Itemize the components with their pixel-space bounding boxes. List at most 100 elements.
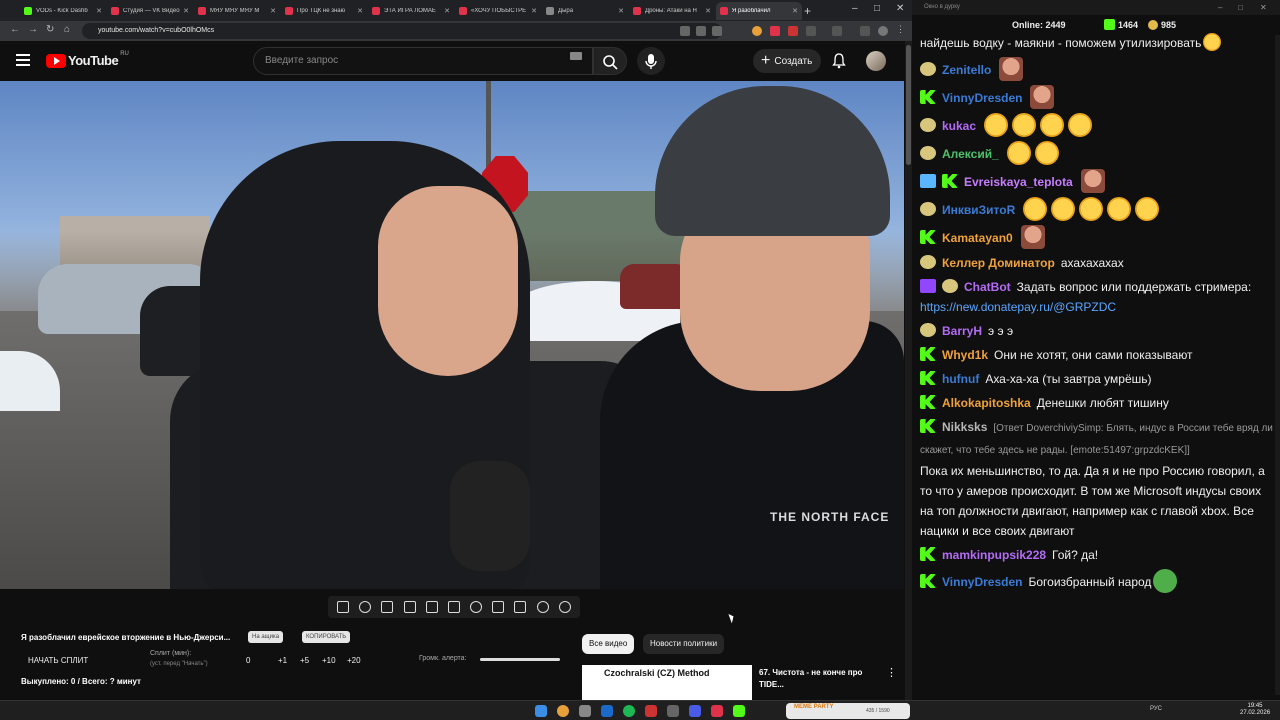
browser-tab[interactable]: Дроны: Атаки на Н ✕	[629, 2, 715, 20]
hamburger-menu-icon[interactable]	[16, 54, 30, 66]
create-button[interactable]: + Создать	[753, 49, 821, 73]
chat-username[interactable]: BarryH	[942, 324, 982, 338]
gear-icon[interactable]	[558, 601, 571, 613]
share-icon[interactable]	[696, 26, 706, 36]
flask-icon[interactable]	[536, 601, 549, 613]
youtube-logo[interactable]: YouTube RU	[46, 51, 129, 68]
page-scrollbar[interactable]	[905, 41, 912, 700]
browser-tab[interactable]: Дыра ✕	[542, 2, 628, 20]
split-value-button[interactable]: +20	[347, 656, 361, 665]
browser-tab[interactable]: VODs - Kick Dashb ✕	[20, 2, 106, 20]
tab-close-icon[interactable]: ✕	[357, 7, 363, 15]
chat-username[interactable]: hufnuf	[942, 372, 979, 386]
tab-close-icon[interactable]: ✕	[705, 7, 711, 15]
screenshot-icon[interactable]	[381, 601, 394, 613]
keyboard-icon[interactable]	[570, 52, 582, 60]
chat-link[interactable]: https://new.donatepay.ru/@GRPZDC	[920, 300, 1116, 314]
browser-tab[interactable]: ЭТА ИГРА ЛОМАЕ ✕	[368, 2, 454, 20]
browser-tab[interactable]: Про ТЦК не знаю ✕	[281, 2, 367, 20]
app-icon[interactable]	[689, 705, 701, 717]
extension-icon[interactable]	[752, 26, 762, 36]
extension-icon[interactable]	[788, 26, 798, 36]
chat-username[interactable]: Kamatayan0	[942, 231, 1013, 245]
loop-icon[interactable]	[337, 601, 350, 613]
search-input[interactable]: Введите запрос	[253, 47, 593, 75]
maximize-button[interactable]: □	[1238, 0, 1243, 15]
scrollbar-thumb[interactable]	[906, 45, 911, 165]
extension-icon[interactable]	[770, 26, 780, 36]
app-icon[interactable]	[711, 705, 723, 717]
chat-username[interactable]: VinnyDresden	[942, 575, 1022, 589]
recommendation-thumbnail[interactable]: Czochralski (CZ) Method	[582, 665, 752, 700]
sidebar-icon[interactable]	[860, 26, 870, 36]
chat-scrollbar[interactable]	[1275, 35, 1280, 695]
chat-username[interactable]: ИнквиЗитоR	[942, 203, 1015, 217]
add-to-queue-icon[interactable]	[492, 601, 505, 613]
speed-icon[interactable]	[470, 601, 483, 613]
url-input[interactable]: youtube.com/watch?v=cubO0lhOMcs	[82, 23, 722, 39]
app-icon[interactable]	[667, 705, 679, 717]
meme-party-widget[interactable]: MEME PARTY 435 / 1590	[786, 703, 910, 719]
chat-username[interactable]: Zenitello	[942, 63, 991, 77]
chip-politics-news[interactable]: Новости политики	[643, 634, 725, 654]
app-icon[interactable]	[733, 705, 745, 717]
chat-username[interactable]: VinnyDresden	[942, 91, 1022, 105]
home-icon[interactable]: ⌂	[64, 24, 70, 35]
zoom-icon[interactable]	[680, 26, 690, 36]
start-split-button[interactable]: НАЧАТЬ СПЛИТ	[28, 656, 88, 665]
tab-close-icon[interactable]: ✕	[531, 7, 537, 15]
steam-icon[interactable]	[601, 705, 613, 717]
app-icon[interactable]	[645, 705, 657, 717]
tab-close-icon[interactable]: ✕	[183, 7, 189, 15]
split-value-button[interactable]: +1	[278, 656, 287, 665]
back-icon[interactable]: ←	[10, 24, 20, 35]
recommendation-title[interactable]: 67. Чистота - не конче про TIDE...	[759, 667, 877, 691]
video-player[interactable]: THE NORTH FACE	[0, 81, 904, 589]
clock[interactable]: 19:45 27.02.2026	[1240, 703, 1270, 717]
minimize-button[interactable]: –	[1218, 0, 1222, 15]
chrome-icon[interactable]	[557, 705, 569, 717]
chat-username[interactable]: Nikksks	[942, 420, 987, 434]
close-window-button[interactable]: ✕	[1260, 0, 1267, 15]
film-icon[interactable]	[403, 601, 416, 613]
frames-icon[interactable]	[447, 601, 460, 613]
more-options-icon[interactable]: ⋮	[886, 666, 897, 679]
chat-username[interactable]: Келлер Доминатор	[942, 256, 1055, 270]
alert-volume-slider[interactable]	[480, 658, 560, 661]
chat-username[interactable]: Alkokapitoshka	[942, 396, 1031, 410]
browser-tab[interactable]: «ХОЧУ ПОБЫСТРЕ ✕	[455, 2, 541, 20]
avatar[interactable]	[866, 51, 886, 71]
download-icon[interactable]	[832, 26, 842, 36]
windows-start-icon[interactable]	[535, 705, 547, 717]
split-value-button[interactable]: +10	[322, 656, 336, 665]
search-button[interactable]	[593, 47, 627, 75]
chat-username[interactable]: kukac	[942, 119, 976, 133]
forward-icon[interactable]: →	[28, 24, 38, 35]
spotify-icon[interactable]	[623, 705, 635, 717]
chat-username[interactable]: mamkinpupsik228	[942, 548, 1046, 562]
notifications-bell-icon[interactable]	[832, 53, 846, 69]
chat-message-list[interactable]: найдешь водку - маякни - поможем утилизи…	[920, 33, 1276, 698]
chip-all-videos[interactable]: Все видео	[582, 634, 635, 654]
new-tab-button[interactable]: +	[804, 4, 811, 18]
chat-username[interactable]: Evreiskaya_teplota	[964, 175, 1073, 189]
copy-button[interactable]: КОПИРОВАТЬ	[302, 631, 351, 643]
reload-icon[interactable]: ↻	[46, 24, 54, 35]
split-value-button[interactable]: 0	[246, 656, 250, 665]
maximize-button[interactable]: □	[874, 3, 880, 14]
menu-dots-icon[interactable]: ⋮	[896, 24, 906, 34]
voice-search-button[interactable]	[637, 47, 665, 75]
chat-username[interactable]: Whyd1k	[942, 348, 988, 362]
copy-pill[interactable]: На ащика	[248, 631, 284, 643]
audio-icon[interactable]	[359, 601, 372, 613]
picture-in-picture-icon[interactable]	[425, 601, 438, 613]
camera-icon[interactable]	[514, 601, 527, 613]
system-tray-lang[interactable]: РУС	[1150, 706, 1162, 712]
split-value-button[interactable]: +5	[300, 656, 309, 665]
chat-username[interactable]: Алексий_	[942, 147, 999, 161]
browser-tab[interactable]: Студия — VK Видео ✕	[107, 2, 193, 20]
app-icon[interactable]	[579, 705, 591, 717]
bookmark-star-icon[interactable]	[712, 26, 722, 36]
extensions-puzzle-icon[interactable]	[806, 26, 816, 36]
minimize-button[interactable]: –	[852, 3, 858, 14]
